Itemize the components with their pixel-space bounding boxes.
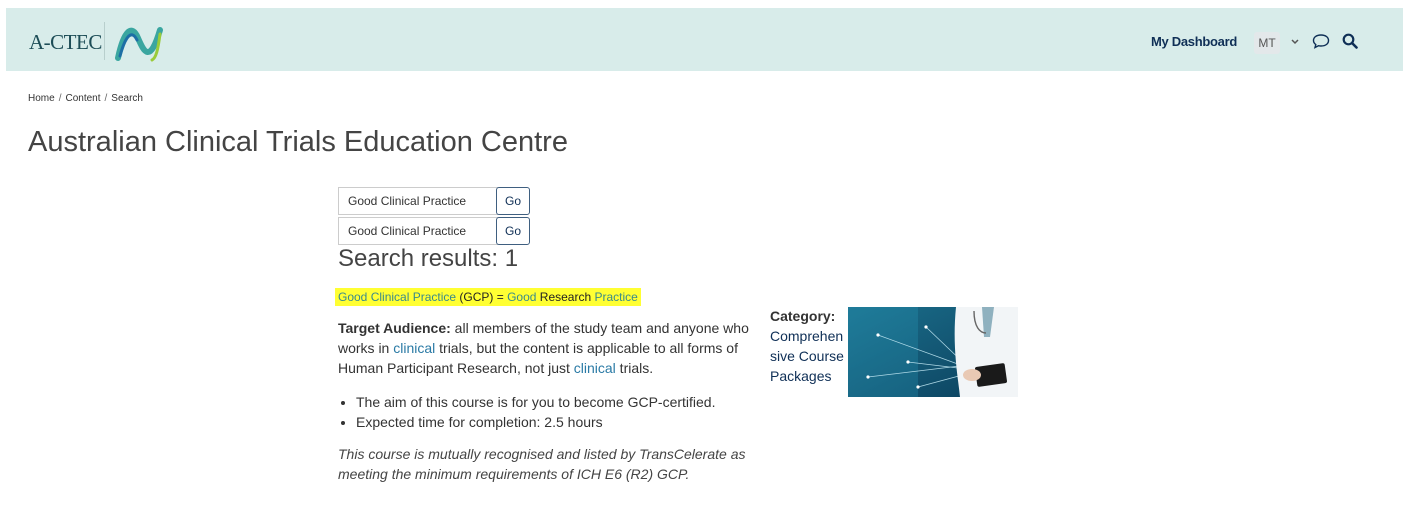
breadcrumb-search: Search xyxy=(111,93,143,104)
go-button[interactable]: Go xyxy=(496,217,530,245)
desc-text: trials. xyxy=(615,360,654,376)
search-results-heading: Search results: 1 xyxy=(338,245,519,272)
chevron-down-icon[interactable] xyxy=(1290,35,1300,49)
my-dashboard-link[interactable]: My Dashboard xyxy=(1151,34,1237,49)
user-avatar[interactable]: MT xyxy=(1254,32,1280,54)
breadcrumb: Home / Content / Search xyxy=(28,93,143,104)
target-audience-label: Target Audience: xyxy=(338,320,451,336)
result-category: Category: Comprehensive Course Packages xyxy=(770,306,850,386)
breadcrumb-separator: / xyxy=(58,93,62,104)
recognition-note: This course is mutually recognised and l… xyxy=(338,446,746,482)
keyword-highlight: clinical xyxy=(573,360,616,376)
go-button[interactable]: Go xyxy=(496,187,530,215)
site-header: A-CTEC My Dashboard MT xyxy=(6,8,1403,71)
search-input[interactable] xyxy=(338,187,504,215)
chat-icon[interactable] xyxy=(1312,33,1330,49)
category-link[interactable]: Comprehensive Course Packages xyxy=(770,326,848,386)
result-title-part: Research xyxy=(536,290,595,304)
course-image[interactable] xyxy=(848,307,1018,397)
search-input[interactable] xyxy=(338,217,504,245)
keyword-highlight: clinical xyxy=(393,340,436,356)
result-title-part: (GCP) = xyxy=(456,290,508,304)
result-title-part: Good Clinical Practice xyxy=(338,290,457,304)
breadcrumb-home[interactable]: Home xyxy=(28,93,55,104)
list-item: Expected time for completion: 2.5 hours xyxy=(356,412,715,432)
list-item: The aim of this course is for you to bec… xyxy=(356,392,715,412)
result-bullet-list: The aim of this course is for you to bec… xyxy=(338,392,715,432)
result-title-part: Good xyxy=(507,290,537,304)
logo-divider xyxy=(104,22,105,60)
page-title: Australian Clinical Trials Education Cen… xyxy=(28,126,568,158)
category-label: Category: xyxy=(770,308,836,324)
site-logo-text[interactable]: A-CTEC xyxy=(29,30,102,55)
result-title-link[interactable]: Good Clinical Practice (GCP) = Good Rese… xyxy=(335,288,641,306)
breadcrumb-separator: / xyxy=(104,93,108,104)
result-title-part: Practice xyxy=(594,290,638,304)
result-description: Target Audience: all members of the stud… xyxy=(338,318,768,378)
breadcrumb-content[interactable]: Content xyxy=(65,93,100,104)
wave-logo-icon[interactable] xyxy=(114,20,164,66)
search-icon[interactable] xyxy=(1342,33,1358,49)
